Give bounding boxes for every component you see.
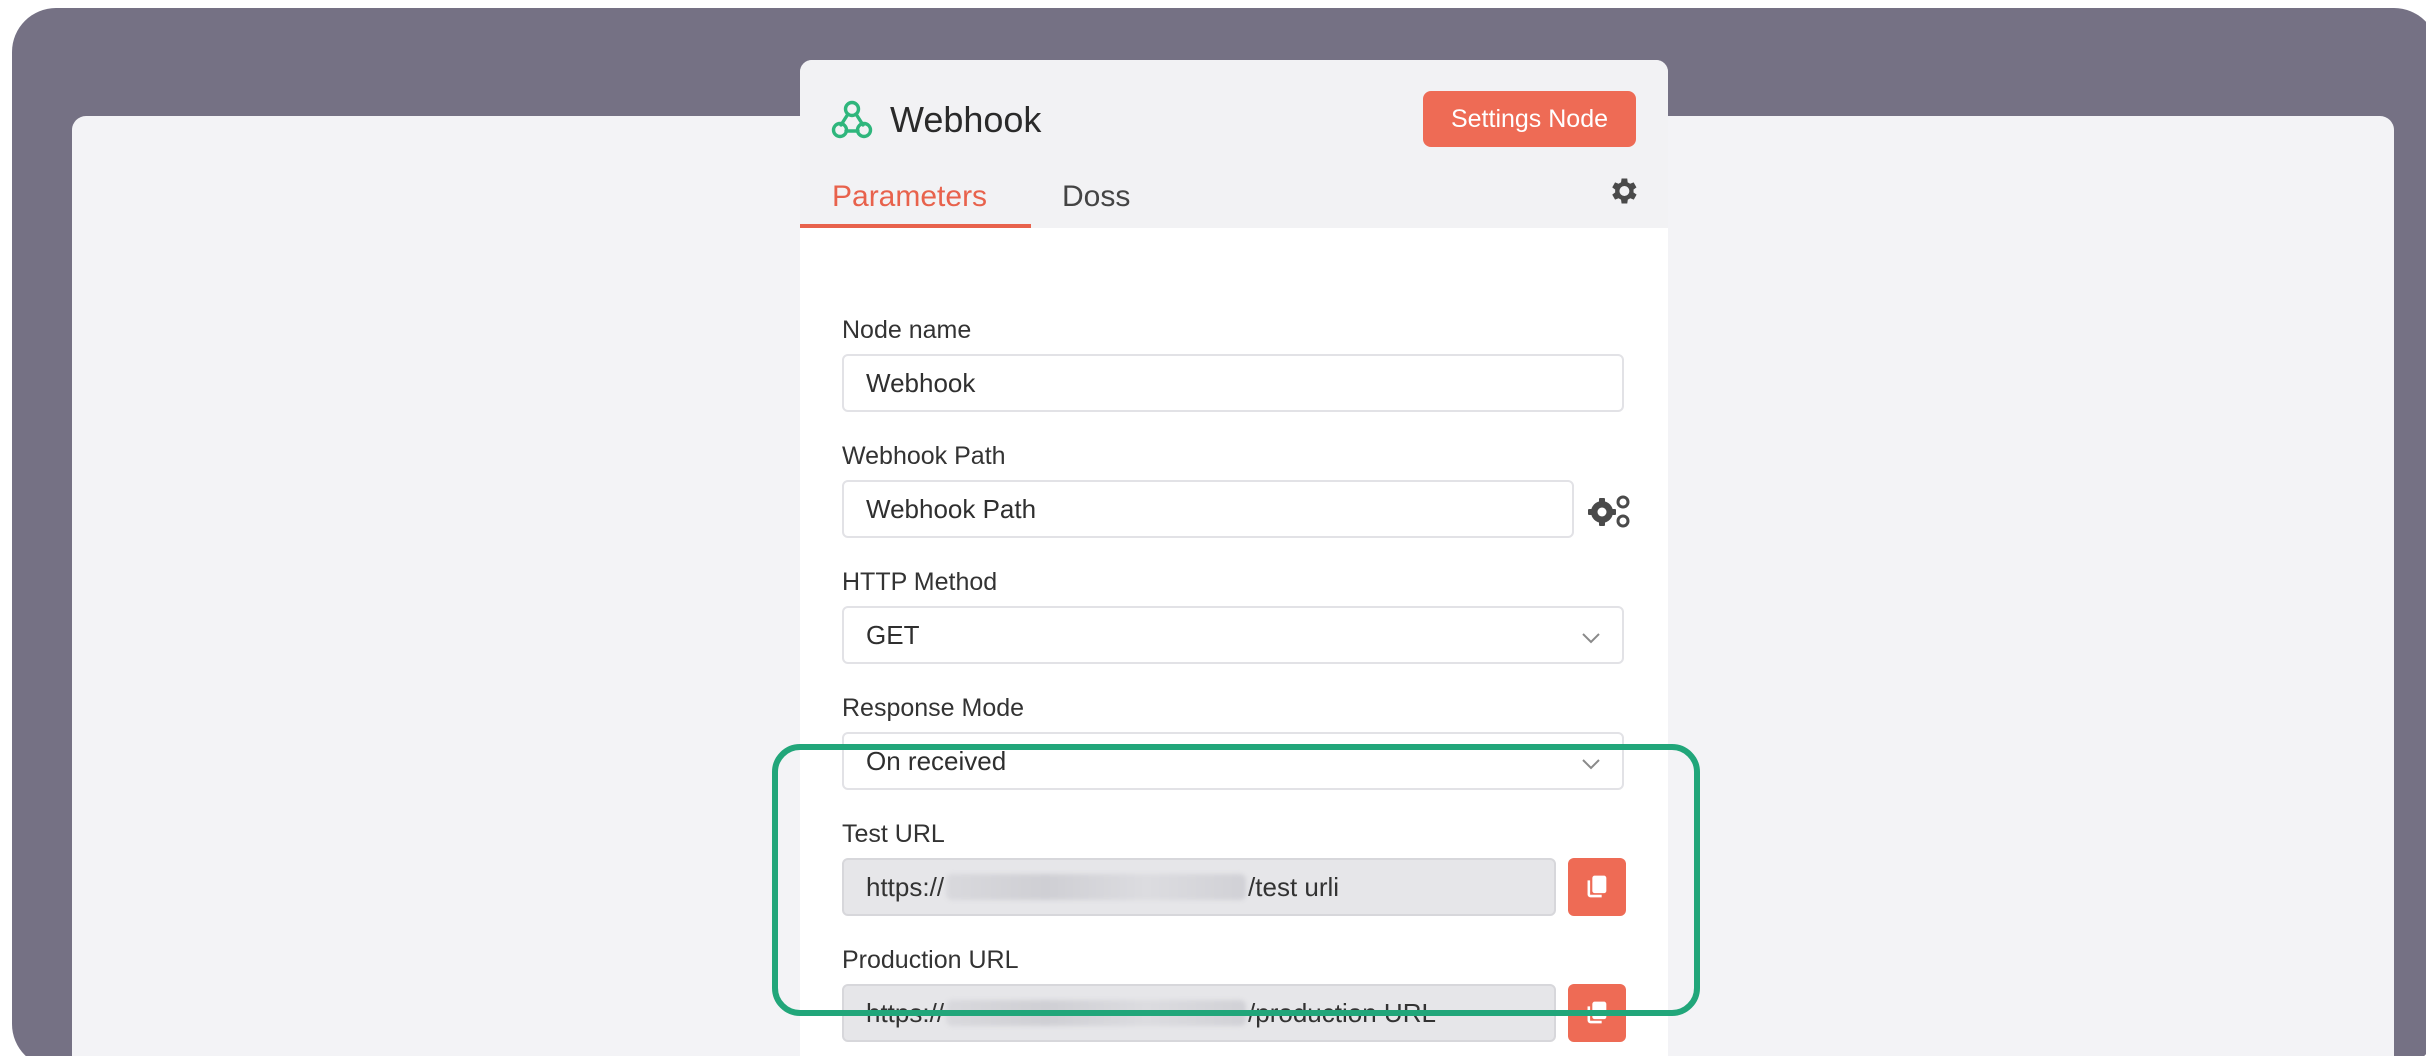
- node-name-value: Webhook: [866, 367, 976, 398]
- response-mode-label: Response Mode: [842, 694, 1025, 722]
- tab-parameters[interactable]: Parameters: [832, 180, 987, 214]
- tab-doss[interactable]: Doss: [1062, 180, 1130, 214]
- tab-bar: Parameters Doss: [800, 180, 1668, 288]
- node-title: Webhook: [890, 99, 1042, 140]
- http-method-select[interactable]: GET: [842, 606, 1624, 664]
- node-title-row: Webhook: [830, 92, 1041, 148]
- url-highlight-box: [772, 744, 1700, 1016]
- webhook-path-label: Webhook Path: [842, 442, 1006, 470]
- chevron-down-icon: [1580, 625, 1602, 647]
- webhook-path-input[interactable]: Webhook Path: [842, 480, 1574, 538]
- http-method-label: HTTP Method: [842, 568, 998, 596]
- panel-header: Webhook Settings Node Parameters Doss: [800, 60, 1668, 228]
- gears-icon[interactable]: [1586, 490, 1632, 530]
- settings-node-button[interactable]: Settings Node: [1423, 91, 1636, 147]
- http-method-value: GET: [866, 619, 920, 650]
- active-tab-indicator: [800, 224, 1031, 228]
- gear-icon[interactable]: [1606, 174, 1640, 208]
- webhook-path-value: Webhook Path: [866, 493, 1037, 524]
- webhook-icon: [830, 98, 874, 142]
- node-name-input[interactable]: Webhook: [842, 354, 1624, 412]
- node-name-label: Node name: [842, 316, 972, 344]
